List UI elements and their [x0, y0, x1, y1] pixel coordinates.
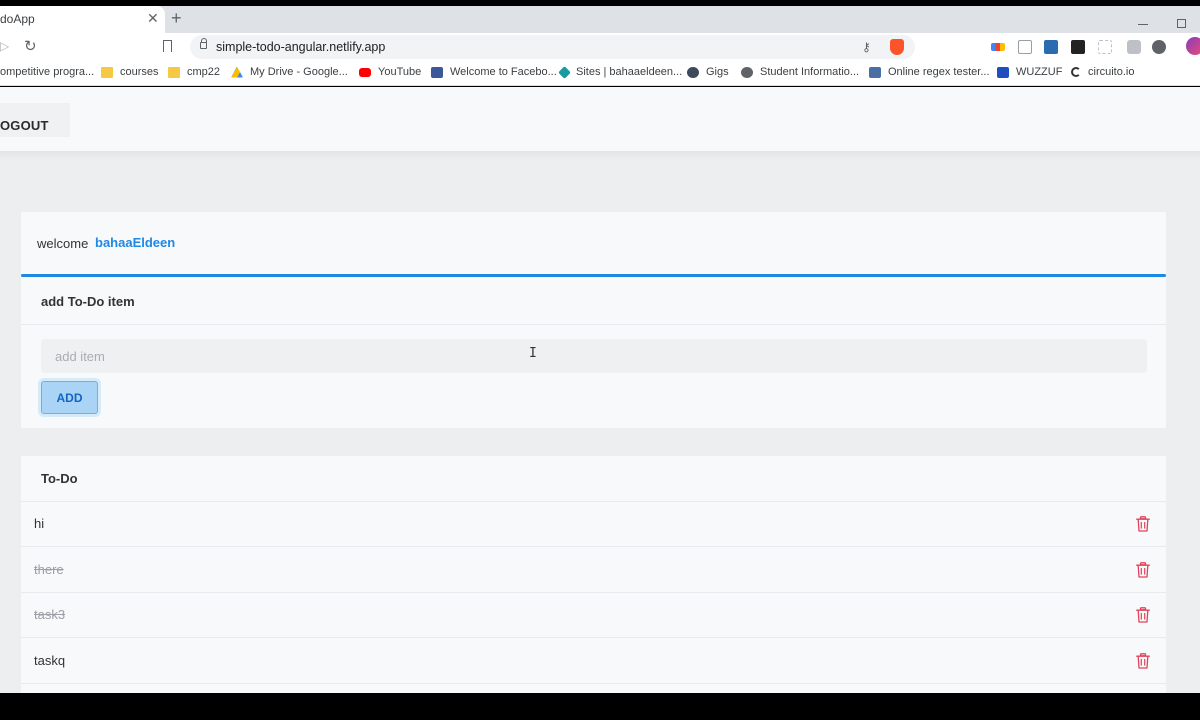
bookmark-item[interactable]: YouTube: [359, 66, 421, 78]
todo-item-text[interactable]: hi: [34, 516, 44, 531]
bookmark-label: Student Informatio...: [760, 66, 860, 78]
extension-icon[interactable]: [1098, 40, 1112, 54]
bookmark-item[interactable]: Student Informatio...: [741, 66, 859, 78]
text-cursor-icon: I: [529, 346, 537, 361]
minimize-icon[interactable]: [1138, 24, 1148, 25]
add-item-input[interactable]: [41, 339, 1147, 373]
bookmark-icon[interactable]: [163, 40, 172, 52]
extension-icon[interactable]: [991, 43, 1005, 51]
bookmarks-bar: ompetitive progra... courses cmp22 My Dr…: [0, 61, 1200, 86]
bookmark-item[interactable]: Welcome to Facebo...: [431, 66, 557, 78]
bookmark-item[interactable]: Sites | bahaaeldeen...: [558, 65, 683, 79]
trash-icon[interactable]: [1136, 516, 1150, 532]
google-drive-icon: [231, 66, 243, 78]
bookmark-label: cmp22: [187, 66, 221, 78]
app-navbar: OGOUT: [0, 87, 1200, 151]
bookmark-label: courses: [120, 66, 159, 78]
key-icon[interactable]: ⚷: [862, 40, 871, 54]
bookmark-label: Online regex tester...: [888, 66, 990, 78]
window-bottom-strip: [0, 693, 1200, 720]
todo-item[interactable]: taskq: [21, 639, 1166, 684]
extension-icon[interactable]: [1018, 40, 1032, 54]
bookmark-item[interactable]: cmp22: [168, 66, 220, 78]
bookmark-label: Sites | bahaaeldeen...: [576, 66, 683, 78]
trash-icon[interactable]: [1136, 561, 1150, 578]
theme-icon[interactable]: [1152, 40, 1166, 54]
browser-tab[interactable]: doApp ✕: [0, 6, 165, 33]
bookmark-item[interactable]: My Drive - Google...: [231, 66, 348, 78]
add-button[interactable]: ADD: [41, 381, 98, 414]
todo-item[interactable]: there: [21, 548, 1166, 593]
circuito-icon: [1071, 67, 1081, 77]
address-bar[interactable]: simple-todo-angular.netlify.app ⚷: [190, 35, 915, 59]
todo-item-text[interactable]: task3: [34, 607, 65, 622]
extensions-puzzle-icon[interactable]: [1127, 40, 1141, 54]
profile-avatar[interactable]: [1186, 37, 1200, 55]
todo-item[interactable]: hi: [21, 502, 1166, 547]
add-todo-title: add To-Do item: [41, 294, 135, 309]
wuzzuf-icon: [997, 66, 1009, 78]
navbar-shadow: [0, 151, 1200, 161]
regex-icon: [869, 66, 881, 78]
todo-list-title: To-Do: [41, 471, 78, 486]
trash-icon[interactable]: [1136, 652, 1150, 669]
bookmark-item[interactable]: courses: [101, 66, 159, 78]
bookmark-item[interactable]: circuito.io: [1071, 66, 1134, 78]
bookmark-label: My Drive - Google...: [250, 66, 348, 78]
url-text[interactable]: simple-todo-angular.netlify.app: [216, 40, 385, 54]
tab-bar: doApp ✕ +: [0, 6, 1200, 33]
facebook-icon: [431, 66, 443, 78]
bookmark-item[interactable]: Online regex tester...: [869, 66, 990, 78]
page-content: OGOUT welcome bahaaEldeen add To-Do item…: [0, 87, 1200, 693]
globe-icon: [741, 66, 753, 78]
bookmark-item[interactable]: ompetitive progra...: [0, 66, 94, 78]
extension-icon[interactable]: [1044, 40, 1058, 54]
google-sites-icon: [558, 65, 571, 79]
bookmark-label: Welcome to Facebo...: [450, 66, 557, 78]
welcome-text: welcome: [37, 236, 89, 251]
lock-icon: [200, 38, 207, 49]
bookmark-label: circuito.io: [1088, 66, 1135, 78]
bookmark-item[interactable]: WUZZUF: [997, 66, 1062, 78]
brave-shield-icon[interactable]: [890, 39, 904, 55]
trash-icon[interactable]: [1136, 607, 1150, 623]
bookmark-label: WUZZUF: [1016, 66, 1063, 78]
reload-icon[interactable]: ↻: [24, 37, 37, 55]
maximize-icon[interactable]: [1177, 19, 1186, 28]
new-tab-button[interactable]: +: [171, 9, 182, 27]
folder-icon: [168, 66, 180, 78]
tab-title: doApp: [0, 12, 35, 26]
add-todo-header: add To-Do item: [21, 277, 1166, 325]
forward-icon[interactable]: ▷: [0, 39, 9, 53]
youtube-icon: [359, 67, 371, 77]
todo-item[interactable]: task3: [21, 593, 1166, 638]
add-todo-card: add To-Do item I ADD: [21, 277, 1166, 428]
bookmark-label: YouTube: [378, 66, 422, 78]
logout-button[interactable]: OGOUT: [0, 103, 70, 137]
welcome-card: welcome bahaaEldeen: [21, 212, 1166, 274]
todo-list-header: To-Do: [21, 456, 1166, 502]
username: bahaaEldeen: [95, 235, 176, 250]
gigs-icon: [687, 66, 699, 78]
browser-toolbar: ▷ ↻ simple-todo-angular.netlify.app ⚷: [0, 33, 1200, 61]
bookmark-label: Gigs: [706, 66, 729, 78]
extension-icon[interactable]: [1071, 40, 1085, 54]
bookmark-label: ompetitive progra...: [0, 66, 95, 78]
todo-item-text[interactable]: taskq: [34, 653, 65, 668]
close-tab-icon[interactable]: ✕: [147, 10, 159, 26]
todo-list-card: To-Do hi there task3 taskq: [21, 456, 1166, 693]
todo-item-text[interactable]: there: [34, 562, 64, 577]
folder-icon: [101, 66, 113, 78]
bookmark-item[interactable]: Gigs: [687, 66, 729, 78]
